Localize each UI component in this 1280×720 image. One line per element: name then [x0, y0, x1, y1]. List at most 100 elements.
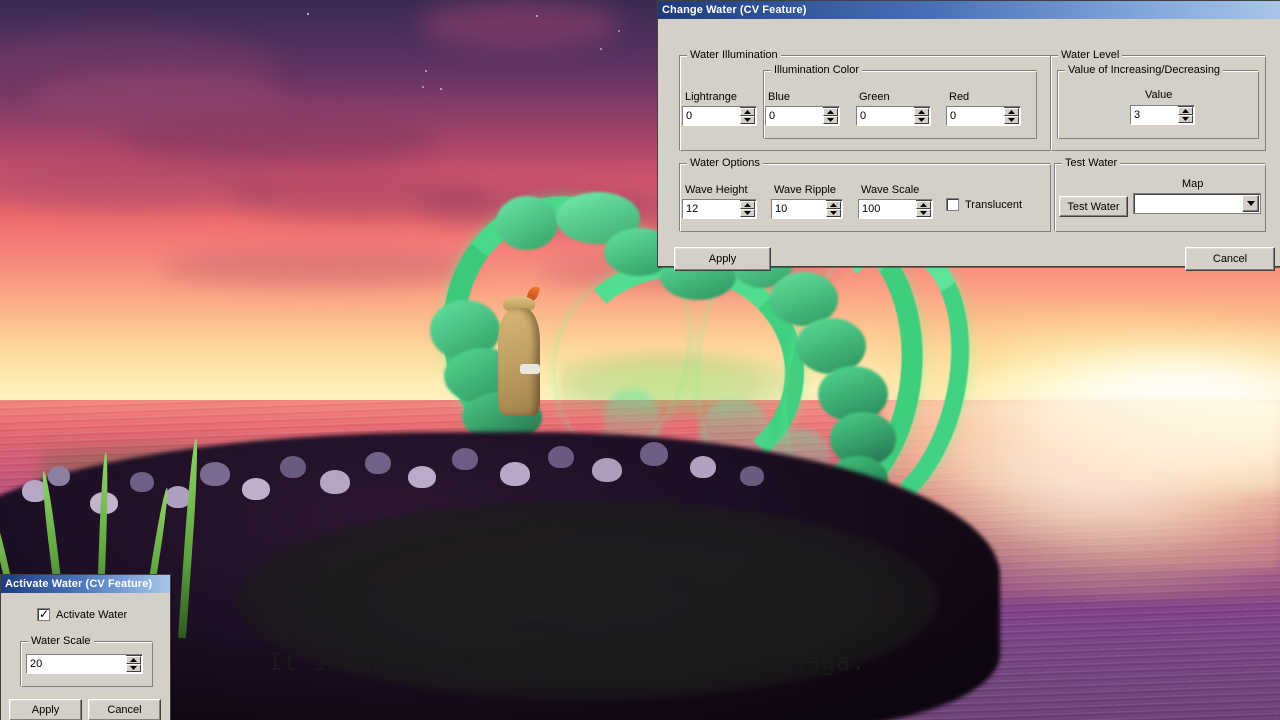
lightrange-input[interactable] — [683, 107, 740, 125]
foliage-haze — [560, 350, 800, 420]
green-label: Green — [859, 91, 890, 103]
wave-height-field[interactable] — [682, 199, 757, 219]
activate-water-title-bar[interactable]: Activate Water (CV Feature) — [1, 575, 170, 593]
cancel-button-label: Cancel — [1212, 253, 1248, 265]
lightrange-label: Lightrange — [685, 91, 737, 103]
green-spinner[interactable] — [914, 108, 929, 124]
check-icon: ✓ — [39, 607, 50, 621]
spin-down-icon[interactable] — [740, 209, 755, 217]
map-combobox-value — [1134, 194, 1241, 213]
activate-water-body: ✓ Activate Water Water Scale Apply Cance… — [1, 593, 170, 720]
flower — [280, 456, 306, 478]
activate-water-dialog[interactable]: Activate Water (CV Feature) ✓ Activate W… — [0, 574, 171, 720]
spin-down-icon[interactable] — [823, 116, 838, 124]
map-combobox[interactable] — [1133, 193, 1261, 214]
translucent-label: Translucent — [965, 198, 1023, 211]
activate-water-checkbox-row[interactable]: ✓ Activate Water — [37, 608, 127, 621]
change-water-title-bar[interactable]: Change Water (CV Feature) — [658, 1, 1280, 19]
wave-height-spinner[interactable] — [740, 201, 755, 217]
group-water-illumination-label: Water Illumination — [687, 49, 781, 61]
blue-spinner[interactable] — [823, 108, 838, 124]
blue-field[interactable] — [765, 106, 840, 126]
value-input[interactable] — [1131, 106, 1178, 124]
translucent-checkbox[interactable] — [946, 198, 959, 211]
wave-scale-input[interactable] — [859, 200, 916, 218]
wave-scale-field[interactable] — [858, 199, 933, 219]
spin-down-icon[interactable] — [1178, 115, 1193, 123]
spin-up-icon[interactable] — [1178, 107, 1193, 115]
lightrange-field[interactable] — [682, 106, 757, 126]
red-input[interactable] — [947, 107, 1004, 125]
flower — [365, 452, 391, 474]
spin-up-icon[interactable] — [126, 656, 141, 664]
spin-up-icon[interactable] — [916, 201, 931, 209]
flower — [548, 446, 574, 468]
wave-ripple-input[interactable] — [772, 200, 826, 218]
wave-ripple-field[interactable] — [771, 199, 843, 219]
red-spinner[interactable] — [1004, 108, 1019, 124]
vine-segment — [496, 196, 558, 250]
test-water-button-label: Test Water — [1067, 200, 1120, 213]
flower — [740, 466, 764, 486]
flower — [500, 462, 530, 486]
activate-cancel-button[interactable]: Cancel — [88, 699, 161, 720]
spin-up-icon[interactable] — [740, 201, 755, 209]
water-scale-field[interactable] — [26, 654, 143, 674]
water-scale-spinner[interactable] — [126, 656, 141, 672]
character-sash — [520, 364, 540, 374]
lightrange-spinner[interactable] — [740, 108, 755, 124]
spin-up-icon[interactable] — [823, 108, 838, 116]
cancel-button[interactable]: Cancel — [1185, 247, 1275, 271]
flower — [200, 462, 230, 486]
spin-up-icon[interactable] — [740, 108, 755, 116]
flower — [690, 456, 716, 478]
chevron-down-icon[interactable] — [1242, 195, 1259, 212]
apply-button[interactable]: Apply — [674, 247, 771, 271]
star — [422, 86, 424, 88]
activate-apply-button-label: Apply — [31, 704, 60, 716]
wave-height-input[interactable] — [683, 200, 740, 218]
subtitle-text: It is not a fairy tale or a modern saga.… — [268, 562, 968, 720]
translucent-checkbox-row[interactable]: Translucent — [946, 198, 1022, 211]
value-field[interactable] — [1130, 105, 1195, 125]
test-water-button[interactable]: Test Water — [1059, 196, 1128, 217]
green-field[interactable] — [856, 106, 931, 126]
spin-down-icon[interactable] — [126, 664, 141, 672]
wave-ripple-label: Wave Ripple — [774, 184, 836, 196]
spin-down-icon[interactable] — [916, 209, 931, 217]
group-water-options-label: Water Options — [687, 157, 763, 169]
activate-apply-button[interactable]: Apply — [9, 699, 82, 720]
spin-up-icon[interactable] — [1004, 108, 1019, 116]
star — [600, 48, 602, 50]
wave-height-label: Wave Height — [685, 184, 748, 196]
spin-down-icon[interactable] — [740, 116, 755, 124]
spin-down-icon[interactable] — [914, 116, 929, 124]
change-water-body: Water Illumination Lightrange Illuminati… — [658, 19, 1280, 271]
flower — [408, 466, 436, 488]
spin-up-icon[interactable] — [826, 201, 841, 209]
red-field[interactable] — [946, 106, 1021, 126]
flower — [130, 472, 154, 492]
spin-down-icon[interactable] — [1004, 116, 1019, 124]
character-robe — [498, 308, 540, 416]
group-test-water-label: Test Water — [1062, 157, 1121, 169]
subtitle-line: It is not a fairy tale or a modern saga. — [268, 648, 866, 676]
change-water-dialog[interactable]: Change Water (CV Feature) Water Illumina… — [657, 0, 1280, 271]
spin-down-icon[interactable] — [826, 209, 841, 217]
flower — [640, 442, 668, 466]
green-input[interactable] — [857, 107, 914, 125]
spin-up-icon[interactable] — [914, 108, 929, 116]
star — [536, 15, 538, 17]
water-scale-input[interactable] — [27, 655, 126, 673]
flower — [48, 466, 70, 486]
wave-ripple-spinner[interactable] — [826, 201, 841, 217]
activate-water-checkbox[interactable]: ✓ — [37, 608, 50, 621]
value-spinner[interactable] — [1178, 107, 1193, 123]
activate-water-label: Activate Water — [56, 608, 128, 621]
blue-input[interactable] — [766, 107, 823, 125]
wave-scale-spinner[interactable] — [916, 201, 931, 217]
value-label: Value — [1145, 89, 1173, 101]
flower — [452, 448, 478, 470]
flower — [242, 478, 270, 500]
flower — [592, 458, 622, 482]
